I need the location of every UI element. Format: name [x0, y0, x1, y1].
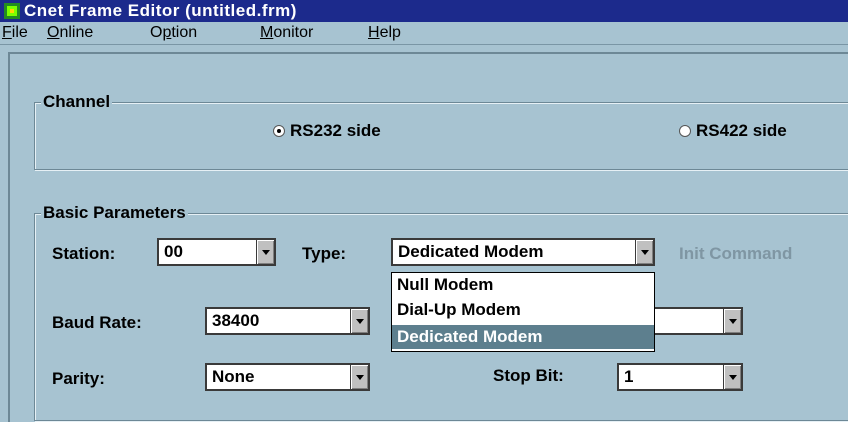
- app-icon: [4, 3, 20, 19]
- type-option-dedicated-modem[interactable]: Dedicated Modem: [392, 325, 654, 349]
- baud-rate-label: Baud Rate:: [52, 313, 142, 332]
- rs422-label[interactable]: RS422 side: [696, 121, 787, 141]
- window-title: Cnet Frame Editor (untitled.frm): [24, 1, 297, 20]
- title-bar: Cnet Frame Editor (untitled.frm): [0, 0, 848, 22]
- parity-select[interactable]: None: [205, 363, 370, 391]
- type-option-null-modem[interactable]: Null Modem: [392, 273, 654, 297]
- stop-bit-value: 1: [624, 367, 634, 386]
- chevron-down-icon[interactable]: [350, 365, 368, 389]
- chevron-down-icon[interactable]: [635, 240, 653, 264]
- menu-help[interactable]: Help: [368, 22, 401, 44]
- rs422-radio[interactable]: [679, 125, 691, 137]
- station-value: 00: [164, 242, 183, 261]
- parity-value: None: [212, 367, 255, 386]
- rs232-label[interactable]: RS232 side: [290, 121, 381, 141]
- type-select[interactable]: Dedicated Modem: [391, 238, 655, 266]
- basic-parameters-title: Basic Parameters: [41, 203, 188, 223]
- menu-online[interactable]: Online: [47, 22, 93, 44]
- baud-rate-select[interactable]: 38400: [205, 307, 370, 335]
- chevron-down-icon[interactable]: [723, 309, 741, 333]
- baud-rate-value: 38400: [212, 311, 260, 330]
- chevron-down-icon[interactable]: [723, 365, 741, 389]
- menu-option[interactable]: Option: [150, 22, 197, 44]
- parity-label: Parity:: [52, 369, 105, 388]
- stop-bit-label: Stop Bit:: [493, 366, 564, 385]
- menu-bar: File Online Option Monitor Help: [0, 22, 848, 45]
- chevron-down-icon[interactable]: [350, 309, 368, 333]
- type-option-dial-up-modem[interactable]: Dial-Up Modem: [392, 298, 654, 322]
- type-value: Dedicated Modem: [398, 242, 544, 261]
- station-select[interactable]: 00: [157, 238, 276, 266]
- menu-monitor[interactable]: Monitor: [260, 22, 313, 44]
- type-dropdown-list: Null Modem Dial-Up Modem Dedicated Modem: [391, 272, 655, 352]
- init-command-label: Init Command: [679, 244, 793, 263]
- menu-file[interactable]: File: [2, 22, 28, 44]
- channel-group-title: Channel: [41, 92, 113, 112]
- station-label: Station:: [52, 244, 116, 263]
- stop-bit-select[interactable]: 1: [617, 363, 743, 391]
- type-label: Type:: [302, 244, 347, 263]
- chevron-down-icon[interactable]: [256, 240, 274, 264]
- rs232-radio[interactable]: [273, 125, 285, 137]
